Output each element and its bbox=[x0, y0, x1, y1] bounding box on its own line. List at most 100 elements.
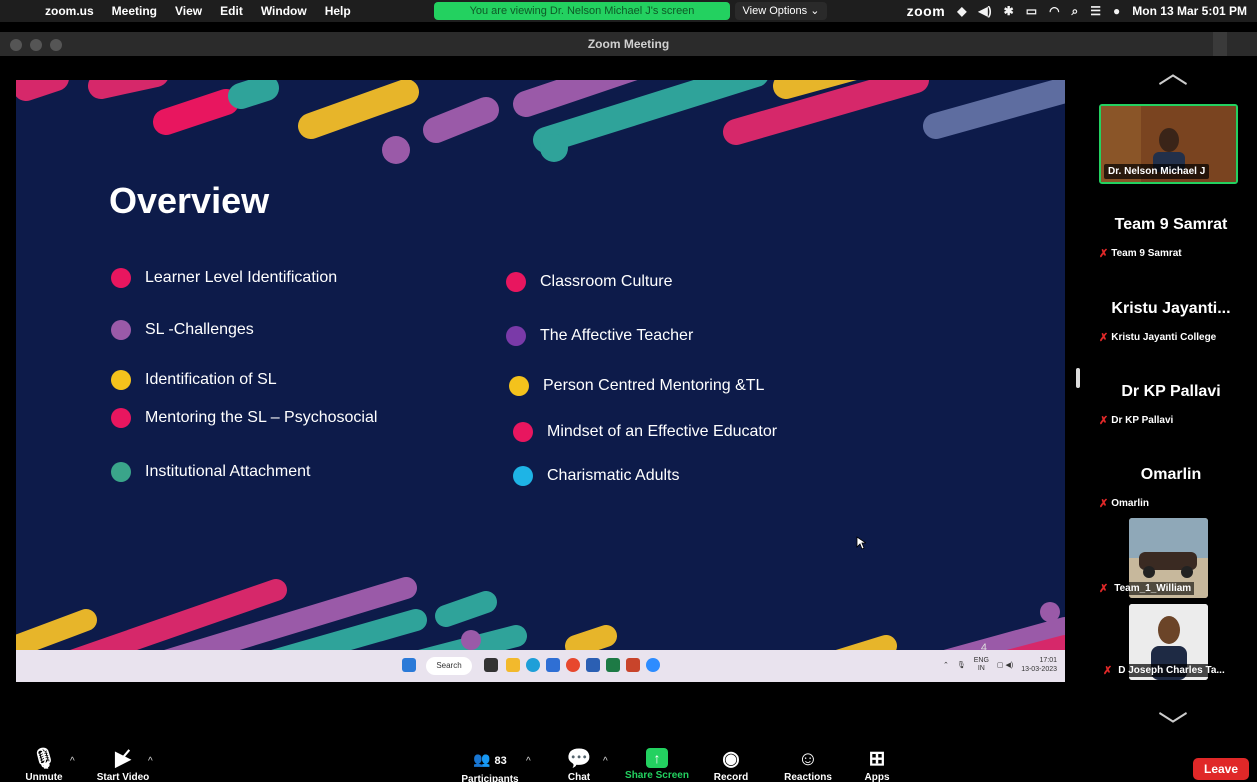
spotlight-icon[interactable]: ⌕ bbox=[1072, 4, 1079, 19]
zoom-taskbar-icon[interactable] bbox=[646, 658, 660, 672]
microphone-icon[interactable]: 🎙 bbox=[957, 661, 966, 669]
bullet-dot bbox=[506, 326, 526, 346]
shared-screen[interactable]: Overview Learner Level Identification SL… bbox=[7, 70, 1073, 682]
video-name-label: ✗ D Joseph Charles Ta... bbox=[1103, 664, 1228, 677]
participant-name-label: ✗ Kristu Jayanti College bbox=[1099, 331, 1216, 344]
video-options-chevron-icon[interactable]: ^ bbox=[148, 756, 153, 767]
bullet-text: Identification of SL bbox=[145, 371, 277, 388]
system-tray: ⌃ 🎙 ENG IN ▢ ◀) 17:01 13-03-2023 bbox=[943, 656, 1057, 674]
menu-edit[interactable]: Edit bbox=[211, 4, 252, 18]
file-explorer-icon[interactable] bbox=[506, 658, 520, 672]
excel-icon[interactable] bbox=[606, 658, 620, 672]
share-screen-icon: ↑ bbox=[646, 748, 668, 768]
apps-label: Apps bbox=[864, 772, 890, 782]
reactions-icon: ☺ bbox=[797, 748, 819, 770]
participant-tile-name[interactable]: Kristu Jayanti... bbox=[1085, 300, 1257, 318]
windows-start-icon[interactable] bbox=[402, 658, 416, 672]
start-video-button[interactable]: ▶̸ Start Video bbox=[92, 748, 154, 782]
bullet-text: Mindset of an Effective Educator bbox=[547, 423, 778, 440]
taskbar-search[interactable]: Search bbox=[426, 657, 472, 675]
unmute-button[interactable]: 🎙 Unmute bbox=[24, 748, 64, 782]
siri-icon[interactable]: ● bbox=[1113, 4, 1120, 18]
menubar-clock[interactable]: Mon 13 Mar 5:01 PM bbox=[1132, 4, 1247, 18]
battery-icon[interactable]: ▭ bbox=[1026, 4, 1037, 18]
network-volume-icon[interactable]: ▢ ◀) bbox=[997, 661, 1013, 669]
zoom-window-button[interactable] bbox=[50, 39, 62, 51]
video-off-icon: ▶̸ bbox=[115, 748, 131, 770]
video-participant-name: D Joseph Charles Ta... bbox=[1115, 664, 1228, 677]
scroll-up-icon[interactable]: ︿ bbox=[1153, 48, 1193, 92]
muted-mic-icon: ✗ bbox=[1099, 583, 1109, 595]
participant-name-label: ✗ Omarlin bbox=[1099, 497, 1149, 510]
share-screen-button[interactable]: ↑ Share Screen bbox=[622, 748, 692, 781]
reactions-label: Reactions bbox=[784, 772, 832, 782]
control-center-icon[interactable]: ☰ bbox=[1090, 4, 1101, 18]
participant-sub-name: Omarlin bbox=[1111, 498, 1150, 509]
bullet-dot bbox=[111, 370, 131, 390]
chat-chevron-icon[interactable]: ^ bbox=[603, 756, 608, 767]
bullet-item: Person Centred Mentoring &TL bbox=[509, 376, 764, 396]
record-icon: ◉ bbox=[722, 748, 740, 770]
muted-mic-icon: ✗ bbox=[1103, 665, 1113, 677]
language-indicator[interactable]: ENG IN bbox=[974, 657, 989, 673]
meeting-toolbar: 🎙 Unmute ^ ▶̸ Start Video ^ 👥 83 Partici… bbox=[0, 736, 1257, 782]
menu-help[interactable]: Help bbox=[316, 4, 360, 18]
participant-tile-name[interactable]: Omarlin bbox=[1085, 466, 1257, 484]
bullet-dot bbox=[513, 466, 533, 486]
bullet-item: Mentoring the SL – Psychosocial bbox=[111, 408, 377, 428]
participant-sub-name: Kristu Jayanti College bbox=[1111, 332, 1217, 343]
participants-label: Participants bbox=[461, 774, 519, 782]
apps-button[interactable]: ⊞ Apps bbox=[862, 748, 892, 782]
zoom-status-logo[interactable]: zoom bbox=[907, 3, 946, 19]
volume-icon[interactable]: ◀) bbox=[978, 4, 991, 18]
wifi-icon[interactable]: ◠ bbox=[1049, 4, 1059, 18]
bluetooth-icon[interactable]: ✱ bbox=[1004, 4, 1014, 18]
reactions-button[interactable]: ☺ Reactions bbox=[778, 748, 838, 782]
participant-tile-name[interactable]: Dr KP Pallavi bbox=[1085, 383, 1257, 401]
lang-code: ENG bbox=[973, 657, 989, 664]
muted-microphone-icon: 🎙 bbox=[31, 748, 57, 770]
bullet-text: Mentoring the SL – Psychosocial bbox=[145, 409, 378, 426]
traffic-lights bbox=[10, 39, 62, 51]
chat-icon: 💬 bbox=[566, 748, 592, 770]
record-label: Record bbox=[713, 772, 749, 782]
taskbar-clock[interactable]: 17:01 13-03-2023 bbox=[1021, 656, 1057, 674]
bullet-dot bbox=[111, 408, 131, 428]
tray-chevron-icon[interactable]: ⌃ bbox=[943, 661, 949, 669]
menu-meeting[interactable]: Meeting bbox=[103, 4, 166, 18]
participant-tile-name[interactable]: Team 9 Samrat bbox=[1085, 216, 1257, 234]
word-icon[interactable] bbox=[586, 658, 600, 672]
muted-mic-icon: ✗ bbox=[1099, 498, 1109, 510]
taskbar-time: 17:01 bbox=[1039, 657, 1057, 664]
close-window-button[interactable] bbox=[10, 39, 22, 51]
menu-zoom-us[interactable]: zoom.us bbox=[36, 4, 103, 18]
windows-taskbar: Search ⌃ 🎙 ENG IN ▢ ◀) 17:01 13-03-2023 bbox=[16, 650, 1065, 682]
panel-resize-handle[interactable] bbox=[1076, 368, 1080, 388]
taskbar-date: 13-03-2023 bbox=[1021, 666, 1057, 673]
speaker-video-tile[interactable]: Dr. Nelson Michael J bbox=[1099, 104, 1238, 184]
chrome-icon[interactable] bbox=[566, 658, 580, 672]
participant-sub-name: Dr KP Pallavi bbox=[1111, 415, 1174, 426]
record-button[interactable]: ◉ Record bbox=[708, 748, 754, 782]
participant-name-label: ✗ Team 9 Samrat bbox=[1099, 247, 1182, 260]
participants-chevron-icon[interactable]: ^ bbox=[526, 756, 531, 767]
bullet-item: Institutional Attachment bbox=[111, 462, 310, 482]
powerpoint-icon[interactable] bbox=[626, 658, 640, 672]
apps-icon: ⊞ bbox=[868, 748, 886, 770]
participants-button[interactable]: 👥 83 Participants bbox=[458, 748, 522, 782]
m-app-icon[interactable]: ◆ bbox=[957, 4, 966, 18]
store-icon[interactable] bbox=[546, 658, 560, 672]
chat-button[interactable]: 💬 Chat bbox=[562, 748, 596, 782]
menu-window[interactable]: Window bbox=[252, 4, 316, 18]
minimize-window-button[interactable] bbox=[30, 39, 42, 51]
leave-button[interactable]: Leave bbox=[1193, 758, 1249, 780]
menu-view[interactable]: View bbox=[166, 4, 211, 18]
bullet-dot bbox=[509, 376, 529, 396]
bullet-text: Charismatic Adults bbox=[547, 467, 680, 484]
edge-icon[interactable] bbox=[526, 658, 540, 672]
mouse-cursor-icon bbox=[856, 536, 866, 550]
participant-sub-name: Team 9 Samrat bbox=[1111, 248, 1182, 259]
audio-options-chevron-icon[interactable]: ^ bbox=[70, 756, 75, 767]
view-options-button[interactable]: View Options ⌄ bbox=[735, 2, 827, 20]
task-view-icon[interactable] bbox=[484, 658, 498, 672]
